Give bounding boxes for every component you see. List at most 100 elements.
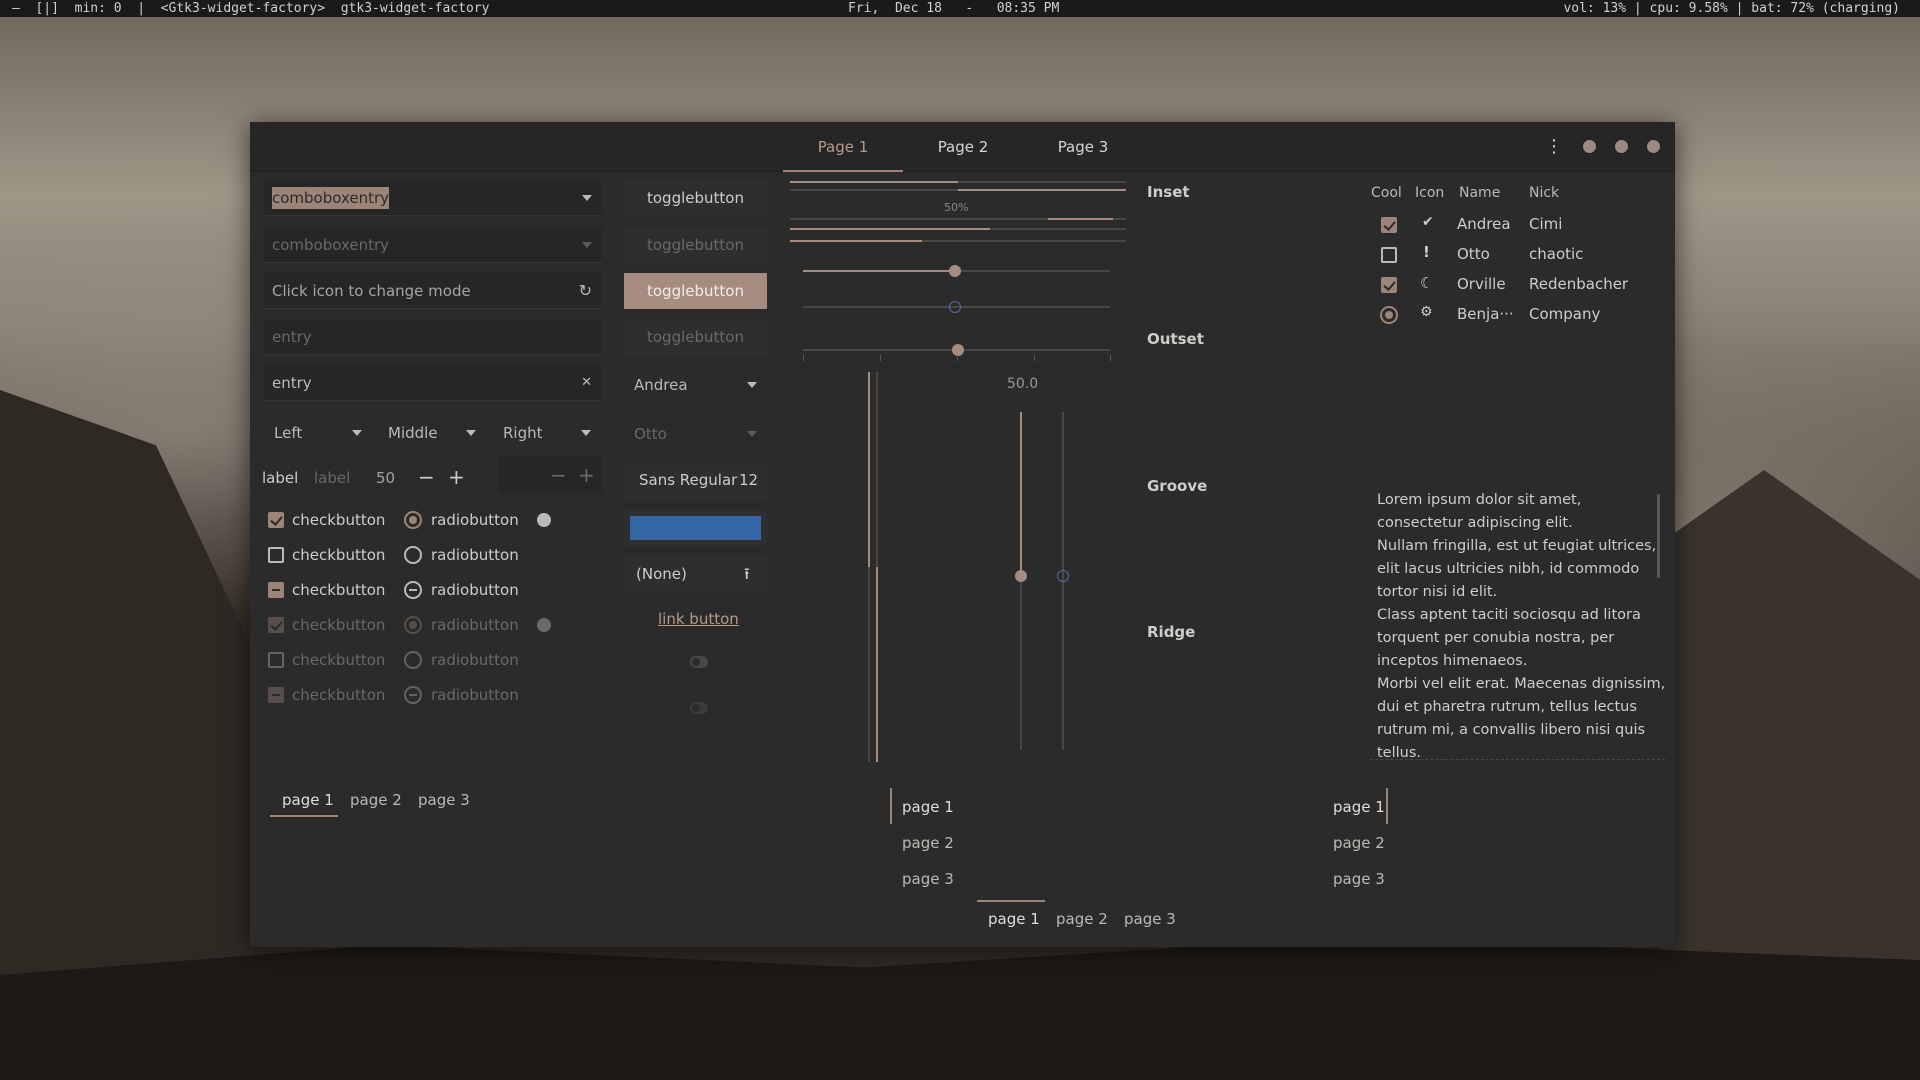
entry-text: entry [272, 374, 312, 392]
entry-disabled: entry [264, 319, 602, 355]
radiobutton-label: radiobutton [431, 511, 519, 529]
frame-outset-label: Outset [1147, 330, 1204, 348]
frame-inset-label: Inset [1147, 183, 1190, 201]
progress-fill-2 [958, 189, 1126, 191]
column-cool[interactable]: Cool [1371, 185, 1402, 201]
togglebutton-active[interactable]: togglebutton [624, 273, 767, 309]
left-notebook-tab-2[interactable]: page 2 [350, 791, 402, 809]
vertical-notebook-tab-2[interactable]: page 2 [902, 834, 954, 852]
entry-disabled-text: entry [272, 328, 312, 346]
bottom-notebook-tab-3[interactable]: page 3 [1124, 910, 1176, 928]
radiobutton-label: radiobutton [431, 686, 519, 704]
tab-page-1[interactable]: Page 1 [783, 122, 903, 172]
left-notebook-tab-3[interactable]: page 3 [418, 791, 470, 809]
radiobutton-mixed[interactable] [404, 581, 422, 599]
text-line: Lorem ipsum dolor sit amet, [1377, 492, 1582, 508]
system-stats: vol: 13% | cpu: 9.58% | bat: 72% (chargi… [1563, 1, 1900, 16]
text-line: Morbi vel elit erat. Maecenas dignissim, [1377, 676, 1666, 692]
text-view-scrollbar[interactable] [1657, 494, 1660, 578]
text-line: elit lacus ultricies nibh, id commodo [1377, 561, 1640, 577]
link-button[interactable]: link button [658, 610, 739, 628]
combo-andrea[interactable]: Andrea [624, 367, 767, 403]
switch-knob [692, 704, 700, 712]
progress-fill [790, 181, 958, 183]
combo-right-label: Right [503, 424, 543, 442]
minus-icon[interactable]: − [418, 465, 435, 489]
right-vertical-notebook-tab-2[interactable]: page 2 [1333, 834, 1385, 852]
font-button[interactable]: Sans Regular 12 [624, 463, 767, 499]
scale-knob[interactable] [949, 265, 961, 277]
table-row-cool-check[interactable] [1381, 277, 1397, 293]
combo-middle-label: Middle [388, 424, 438, 442]
scale-value-label: 50.0 [1007, 376, 1039, 392]
spin-value[interactable]: 50 [376, 469, 395, 487]
mode-entry[interactable]: Click icon to change mode ↻ [264, 273, 602, 309]
vertical-scale-fill [1020, 412, 1022, 576]
combo-left[interactable]: Left [264, 415, 372, 451]
close-button[interactable] [1647, 140, 1660, 153]
clear-icon[interactable]: ✕ [581, 365, 592, 401]
vertical-notebook-tab-1[interactable]: page 1 [902, 798, 954, 816]
text-line: rutrum mi, a convallis libero nisi quis [1377, 722, 1646, 738]
switch-off[interactable] [690, 656, 708, 668]
bottom-notebook-indicator [977, 900, 1045, 902]
background-foreground [0, 937, 1920, 1080]
tab-page-2[interactable]: Page 2 [903, 122, 1023, 172]
checkbutton-unchecked[interactable] [268, 547, 284, 563]
minimize-button[interactable] [1583, 140, 1596, 153]
right-vertical-notebook-tab-1[interactable]: page 1 [1333, 798, 1385, 816]
checkbutton-label: checkbutton [292, 686, 386, 704]
checkbutton-label: checkbutton [292, 511, 386, 529]
combo-right[interactable]: Right [493, 415, 601, 451]
text-line: inceptos himenaeos. [1377, 653, 1528, 669]
entry-with-clear[interactable]: entry ✕ [264, 365, 602, 401]
spinner-icon-disabled [537, 618, 551, 632]
maximize-button[interactable] [1615, 140, 1628, 153]
color-button[interactable] [624, 510, 767, 546]
left-notebook-indicator [270, 815, 338, 817]
checkbutton-checked[interactable] [268, 512, 284, 528]
progress-label: 50% [944, 201, 969, 214]
file-chooser-label: (None) [636, 565, 687, 583]
text-view[interactable]: Lorem ipsum dolor sit amet, consectetur … [1377, 489, 1677, 765]
table-row-name: Orville [1457, 275, 1506, 293]
combo-entry-disabled: comboboxentry [264, 227, 602, 263]
combo-middle[interactable]: Middle [378, 415, 486, 451]
widget-factory-window: Page 1 Page 2 Page 3 ⋮ comboboxentry com… [250, 122, 1675, 947]
column-icon[interactable]: Icon [1415, 185, 1444, 201]
tab-page-3[interactable]: Page 3 [1023, 122, 1143, 172]
table-row-cool-check[interactable] [1381, 217, 1397, 233]
vertical-dots-icon[interactable]: ⋮ [1545, 136, 1563, 158]
radiobutton-unchecked-disabled [404, 651, 422, 669]
radiobutton-label: radiobutton [431, 546, 519, 564]
vertical-scale-knob[interactable] [1015, 570, 1027, 582]
table-row-cool-radio[interactable] [1380, 306, 1398, 324]
togglebutton[interactable]: togglebutton [624, 180, 767, 216]
plus-icon[interactable]: + [448, 465, 465, 489]
left-notebook-tab-1[interactable]: page 1 [282, 791, 334, 809]
combo-left-label: Left [274, 424, 303, 442]
combo-entry[interactable]: comboboxentry [264, 180, 602, 216]
radiobutton-checked-disabled [404, 616, 422, 634]
radiobutton-checked[interactable] [404, 511, 422, 529]
column-nick[interactable]: Nick [1529, 185, 1559, 201]
scale-marks-knob[interactable] [952, 344, 964, 356]
spin-disabled: − + [498, 457, 602, 493]
bottom-notebook-tab-1[interactable]: page 1 [988, 910, 1040, 928]
table-row-nick: Redenbacher [1529, 275, 1629, 293]
right-vertical-notebook-tab-3[interactable]: page 3 [1333, 870, 1385, 888]
column-name[interactable]: Name [1459, 185, 1500, 201]
vertical-notebook-tab-3[interactable]: page 3 [902, 870, 954, 888]
table-row-cool-check[interactable] [1381, 247, 1397, 263]
combo-entry-disabled-text: comboboxentry [272, 236, 390, 254]
checkbutton-mixed[interactable] [268, 582, 284, 598]
bottom-notebook-tab-2[interactable]: page 2 [1056, 910, 1108, 928]
table-row-name: Benja··· [1457, 305, 1514, 323]
radiobutton-unchecked[interactable] [404, 546, 422, 564]
file-chooser-button[interactable]: (None) ⭱ [624, 557, 767, 593]
text-line: Class aptent taciti sociosqu ad litora [1377, 607, 1641, 623]
refresh-icon[interactable]: ↻ [579, 273, 592, 309]
chevron-down-icon[interactable] [582, 180, 592, 216]
table-row-nick: Cimi [1529, 215, 1563, 233]
level-bar-fill [790, 240, 922, 242]
